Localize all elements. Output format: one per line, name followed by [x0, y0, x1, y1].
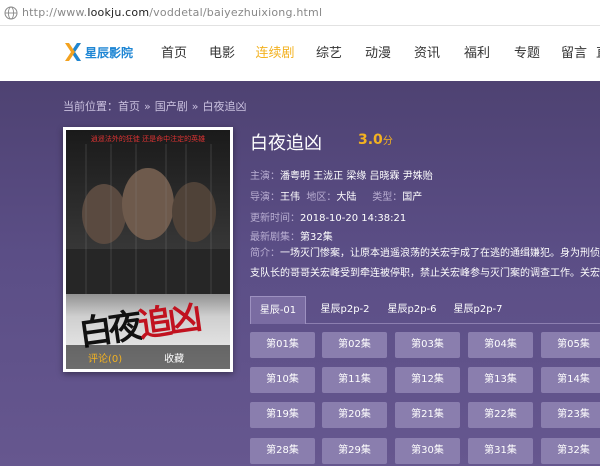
director-value: 王伟	[280, 192, 300, 203]
episode-button[interactable]: 第11集	[322, 367, 387, 393]
main-nav: 首页 电影 连续剧 综艺 动漫 资讯 福利 专题 留言 直	[150, 26, 600, 81]
breadcrumb-current[interactable]: 白夜追凶	[202, 100, 246, 113]
latest-row: 最新剧集：第32集	[250, 232, 333, 243]
episode-button[interactable]: 第22集	[468, 402, 533, 428]
nav-movies[interactable]: 电影	[198, 26, 246, 81]
episode-button[interactable]: 第12集	[395, 367, 460, 393]
tab-source-p2p-6[interactable]: 星辰p2p-6	[377, 296, 447, 324]
episode-button[interactable]: 第30集	[395, 438, 460, 464]
episode-button[interactable]: 第02集	[322, 332, 387, 358]
episode-button[interactable]: 第20集	[322, 402, 387, 428]
episode-button[interactable]: 第23集	[541, 402, 600, 428]
site-header: 星辰影院 首页 电影 连续剧 综艺 动漫 资讯 福利 专题 留言 直	[0, 26, 600, 81]
breadcrumb: 当前位置：首页» 国产剧» 白夜追凶	[63, 98, 246, 114]
site-logo[interactable]: 星辰影院	[63, 41, 133, 63]
episode-button[interactable]: 第13集	[468, 367, 533, 393]
poster-faces	[66, 144, 230, 294]
breadcrumb-home[interactable]: 首页	[118, 100, 140, 113]
cast-label: 主演：	[250, 171, 280, 182]
logo-text: 星辰影院	[85, 45, 134, 60]
cast-row: 主演：潘粤明 王泷正 梁缘 吕晓霖 尹姝贻	[250, 167, 433, 182]
episode-button[interactable]: 第01集	[250, 332, 315, 358]
episode-button[interactable]: 第03集	[395, 332, 460, 358]
episode-button[interactable]: 第05集	[541, 332, 600, 358]
updated-row: 更新时间：2018-10-20 14:38:21	[250, 213, 407, 224]
episode-button[interactable]: 第19集	[250, 402, 315, 428]
nav-series[interactable]: 连续剧	[246, 26, 304, 81]
breadcrumb-category[interactable]: 国产剧	[155, 100, 188, 113]
breadcrumb-prefix: 当前位置：	[63, 100, 118, 113]
synopsis: 简介：一场灭门惨案，让原本逍遥浪荡的关宏宇成了在逃的通缉嫌犯。身为刑侦支队长的哥…	[250, 244, 600, 284]
nav-guestbook[interactable]: 留言	[552, 26, 596, 81]
nav-topics[interactable]: 专题	[502, 26, 552, 81]
show-title: 白夜追凶	[250, 133, 322, 154]
breadcrumb-separator: »	[191, 100, 199, 113]
rating: 3.0分	[358, 132, 393, 148]
region-value: 大陆	[336, 192, 357, 203]
address-url[interactable]: http://www.lookju.com/voddetal/baiyezhui…	[22, 6, 322, 19]
nav-welfare[interactable]: 福利	[452, 26, 502, 81]
episode-button[interactable]: 第04集	[468, 332, 533, 358]
poster-footer: 评论(0) 收藏	[66, 345, 230, 369]
episode-button[interactable]: 第31集	[468, 438, 533, 464]
poster[interactable]: 逍遥法外的狂徒 还是命中注定的英雄 白夜追凶 评论(0) 收藏	[63, 127, 233, 372]
tab-source-p2p-2[interactable]: 星辰p2p-2	[310, 296, 380, 324]
latest-value: 第32集	[300, 232, 333, 243]
nav-partial[interactable]: 直	[596, 26, 600, 81]
nav-anime[interactable]: 动漫	[354, 26, 402, 81]
nav-variety[interactable]: 综艺	[304, 26, 354, 81]
comment-link[interactable]: 评论(0)	[88, 350, 122, 365]
type-value: 国产	[402, 192, 423, 203]
updated-value: 2018-10-20 14:38:21	[300, 213, 407, 224]
nav-news[interactable]: 资讯	[402, 26, 452, 81]
nav-home[interactable]: 首页	[150, 26, 198, 81]
favorite-link[interactable]: 收藏	[164, 350, 184, 365]
cast-value: 潘粤明 王泷正 梁缘 吕晓霖 尹姝贻	[280, 171, 433, 182]
tab-source-01[interactable]: 星辰-01	[250, 296, 306, 324]
source-tabs: 星辰-01 星辰p2p-2 星辰p2p-6 星辰p2p-7	[250, 296, 600, 324]
logo-x-icon	[65, 43, 81, 61]
poster-tagline: 逍遥法外的狂徒 还是命中注定的英雄	[90, 135, 206, 143]
poster-image[interactable]: 逍遥法外的狂徒 还是命中注定的英雄 白夜追凶 评论(0) 收藏	[66, 130, 230, 369]
breadcrumb-separator: »	[144, 100, 151, 113]
address-bar[interactable]: http://www.lookju.com/voddetal/baiyezhui…	[0, 0, 600, 26]
synopsis-text: 一场灭门惨案，让原本逍遥浪荡的关宏宇成了在逃的通缉嫌犯。身为刑侦支队长的哥哥关宏…	[250, 248, 600, 279]
episode-button[interactable]: 第32集	[541, 438, 600, 464]
tab-source-p2p-7[interactable]: 星辰p2p-7	[443, 296, 513, 324]
globe-icon	[4, 6, 18, 19]
episode-button[interactable]: 第21集	[395, 402, 460, 428]
content-area: 当前位置：首页» 国产剧» 白夜追凶 逍遥法外的狂徒 还是命中注定的英雄 白夜追凶 …	[0, 81, 600, 466]
episode-button[interactable]: 第10集	[250, 367, 315, 393]
meta-row: 导演：王伟 地区：大陆 类型：国产	[250, 192, 423, 203]
episode-button[interactable]: 第14集	[541, 367, 600, 393]
episode-button[interactable]: 第29集	[322, 438, 387, 464]
episode-button[interactable]: 第28集	[250, 438, 315, 464]
